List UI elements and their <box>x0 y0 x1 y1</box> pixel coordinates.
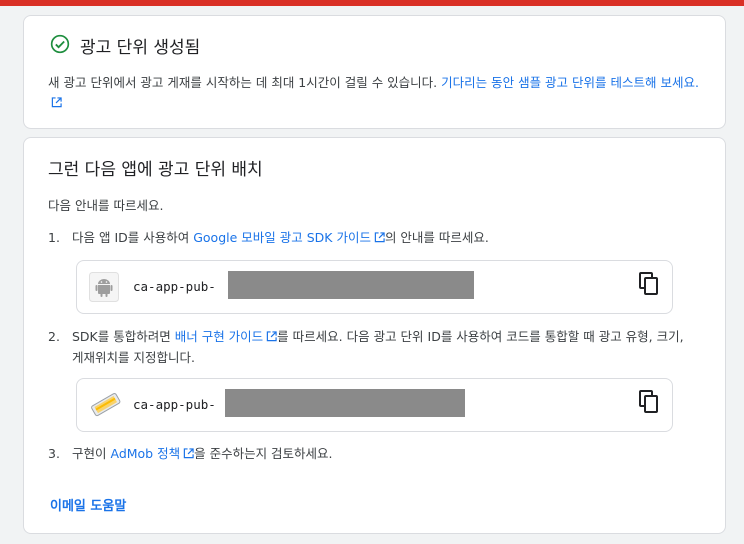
open-in-new-icon <box>266 328 277 348</box>
ad-unit-id-box: ca-app-pub- <box>76 378 673 432</box>
step-number: 2. <box>48 329 60 344</box>
app-id-text: ca-app-pub- <box>133 279 216 294</box>
open-in-new-icon <box>374 229 385 249</box>
open-in-new-icon <box>51 94 62 114</box>
email-instructions-link[interactable]: 이메일 도움말 <box>50 495 126 514</box>
card-title: 광고 단위 생성됨 <box>80 38 201 58</box>
redacted-ad-unit-id <box>225 389 465 417</box>
step-number: 1. <box>48 230 60 245</box>
top-accent-bar <box>0 0 744 6</box>
copy-icon[interactable] <box>638 390 660 414</box>
card-title: 그런 다음 앱에 광고 단위 배치 <box>48 160 263 180</box>
ad-unit-id-text: ca-app-pub- <box>133 397 216 412</box>
android-icon <box>89 272 119 302</box>
card-message: 새 광고 단위에서 광고 게재를 시작하는 데 최대 1시간이 걸릴 수 있습니… <box>48 73 708 114</box>
check-circle-icon <box>50 34 70 58</box>
message-text: 새 광고 단위에서 광고 게재를 시작하는 데 최대 1시간이 걸릴 수 있습니… <box>48 75 438 90</box>
sdk-guide-link[interactable]: Google 모바일 광고 SDK 가이드 <box>193 230 385 245</box>
open-in-new-icon <box>183 445 194 465</box>
app-id-box: ca-app-pub- <box>76 260 673 314</box>
ad-unit-created-card: 광고 단위 생성됨 새 광고 단위에서 광고 게재를 시작하는 데 최대 1시간… <box>23 15 726 129</box>
banner-guide-link[interactable]: 배너 구현 가이드 <box>175 329 277 344</box>
card-header: 광고 단위 생성됨 <box>50 33 200 58</box>
banner-ad-icon <box>89 390 121 420</box>
step-number: 3. <box>48 446 60 461</box>
admob-policy-link[interactable]: AdMob 정책 <box>110 446 194 461</box>
copy-icon[interactable] <box>638 272 660 296</box>
placement-card: 그런 다음 앱에 광고 단위 배치 다음 안내를 따르세요. 1. 다음 앱 I… <box>23 137 726 534</box>
intro-text: 다음 안내를 따르세요. <box>48 198 164 213</box>
redacted-app-id <box>228 271 474 299</box>
